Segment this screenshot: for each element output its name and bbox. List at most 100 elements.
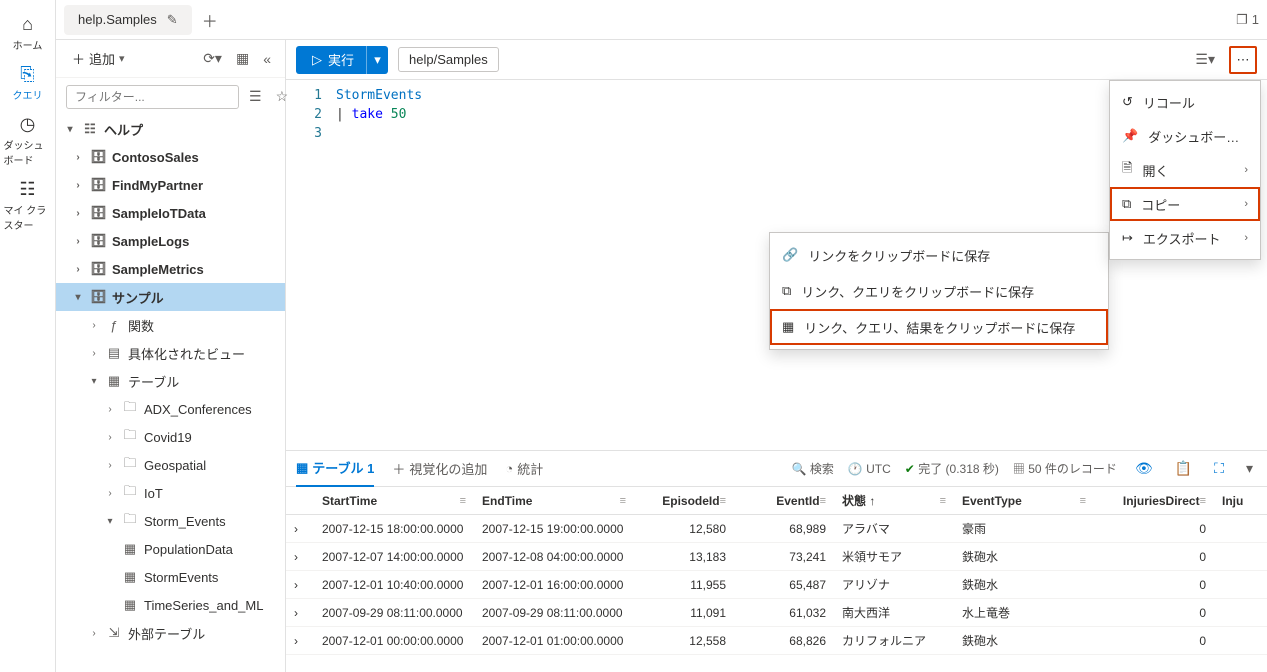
menu-export[interactable]: ↦エクスポート›	[1110, 221, 1260, 255]
tables-icon: ▦	[106, 373, 122, 389]
folder-icon: 🗀	[122, 454, 138, 476]
table-row[interactable]: ›2007-09-29 08:11:00.00002007-09-29 08:1…	[286, 599, 1267, 627]
nav-mycluster-label: マイ クラスター	[4, 202, 52, 232]
new-tab-button[interactable]: ＋	[202, 8, 218, 32]
nav-query[interactable]: ⎘ クエリ	[4, 58, 52, 108]
plus-icon: ＋	[72, 49, 85, 68]
export-icon: ↦	[1122, 230, 1133, 246]
tab-count[interactable]: ❐ 1	[1236, 12, 1259, 28]
tree-folder-geo[interactable]: ›🗀Geospatial	[56, 451, 285, 479]
fullscreen-icon[interactable]: ⛶	[1210, 456, 1228, 481]
filter-row: ☰ ☆	[56, 78, 285, 115]
menu-copy[interactable]: ⧉コピー›	[1110, 187, 1260, 221]
results-tabs: ▦テーブル 1 ＋視覚化の追加 ◔統計 🔍 検索 🕐 UTC ✔ 完了 (0.3…	[286, 451, 1267, 487]
search-button[interactable]: 🔍 検索	[792, 460, 834, 477]
tree-folder-matviews[interactable]: ›▤具体化されたビュー	[56, 339, 285, 367]
tree-db-samplelogs[interactable]: ›🗄SampleLogs	[56, 227, 285, 255]
col-episodeid[interactable]: EpisodeId≡	[634, 494, 734, 508]
scope-picker[interactable]: help/Samples	[398, 47, 499, 72]
table-row[interactable]: ›2007-12-15 18:00:00.00002007-12-15 19:0…	[286, 515, 1267, 543]
chevron-down-icon[interactable]: ▾	[1242, 456, 1257, 481]
ext-table-icon: ⇲	[106, 625, 122, 641]
pencil-icon[interactable]: ✎	[167, 12, 178, 28]
nav-query-label: クエリ	[13, 87, 43, 102]
record-count: ▦ 50 件のレコード	[1013, 460, 1117, 477]
table-row[interactable]: ›2007-12-01 00:00:00.00002007-12-01 01:0…	[286, 627, 1267, 655]
result-tab-addviz[interactable]: ＋視覚化の追加	[392, 451, 487, 487]
list-settings-icon[interactable]: ☰	[245, 84, 266, 109]
submenu-link-query-results[interactable]: ▦リンク、クエリ、結果をクリップボードに保存	[770, 309, 1108, 345]
tree-table-stormevents[interactable]: ▦StormEvents	[56, 563, 285, 591]
left-nav-rail: ⌂ ホーム ⎘ クエリ ◷ ダッシュボード ☷ マイ クラスター	[0, 0, 56, 672]
expand-icon[interactable]: ›	[286, 522, 314, 536]
filter-input[interactable]	[66, 85, 239, 109]
nav-dashboard[interactable]: ◷ ダッシュボード	[4, 108, 52, 173]
nav-mycluster[interactable]: ☷ マイ クラスター	[4, 173, 52, 238]
tree-folder-covid[interactable]: ›🗀Covid19	[56, 423, 285, 451]
results-pane: ▦テーブル 1 ＋視覚化の追加 ◔統計 🔍 検索 🕐 UTC ✔ 完了 (0.3…	[286, 450, 1267, 672]
active-tab[interactable]: help.Samples ✎	[64, 5, 192, 35]
code-token-keyword: take	[352, 107, 383, 122]
run-button[interactable]: ▷ 実行 ▾	[296, 46, 388, 74]
table-row[interactable]: ›2007-12-07 14:00:00.00002007-12-08 04:0…	[286, 543, 1267, 571]
tree-folder-storm[interactable]: ▾🗀Storm_Events	[56, 507, 285, 535]
panel-icon[interactable]: ▦	[232, 46, 253, 71]
eye-icon[interactable]: 👁	[1131, 456, 1157, 481]
col-eventid[interactable]: EventId≡	[734, 494, 834, 508]
expand-icon[interactable]: ›	[286, 606, 314, 620]
run-label: 実行	[328, 50, 354, 69]
expand-icon[interactable]: ›	[286, 578, 314, 592]
tree-folder-adx[interactable]: ›🗀ADX_Conferences	[56, 395, 285, 423]
code-body[interactable]: StormEvents | take 50	[330, 80, 422, 450]
tree-db-findmypartner[interactable]: ›🗄FindMyPartner	[56, 171, 285, 199]
tz-button[interactable]: 🕐 UTC	[848, 462, 891, 476]
table-header: StartTime≡ EndTime≡ EpisodeId≡ EventId≡ …	[286, 487, 1267, 515]
tree-folder-exttables[interactable]: ›⇲外部テーブル	[56, 619, 285, 647]
collapse-icon[interactable]: «	[259, 47, 275, 71]
run-split-button[interactable]: ▾	[366, 46, 388, 74]
database-icon: 🗄	[90, 149, 106, 165]
col-endtime[interactable]: EndTime≡	[474, 494, 634, 508]
submenu-link-query[interactable]: ⧉リンク、クエリをクリップボードに保存	[770, 273, 1108, 309]
open-icon: 🗎	[1122, 159, 1132, 181]
results-table: StartTime≡ EndTime≡ EpisodeId≡ EventId≡ …	[286, 487, 1267, 672]
cluster-icon: ☷	[19, 179, 35, 200]
more-actions-menu: ↺リコール 📌ダッシュボー… 🗎開く› ⧉コピー› ↦エクスポート›	[1109, 80, 1261, 260]
tree-db-contososales[interactable]: ›🗄ContosoSales	[56, 143, 285, 171]
expand-icon[interactable]: ›	[286, 634, 314, 648]
table-row[interactable]: ›2007-12-01 10:40:00.00002007-12-01 16:0…	[286, 571, 1267, 599]
play-icon: ▷	[312, 52, 322, 68]
result-tab-stats[interactable]: ◔統計	[505, 451, 543, 487]
nav-home[interactable]: ⌂ ホーム	[4, 8, 52, 58]
tree-table-populationdata[interactable]: ▦PopulationData	[56, 535, 285, 563]
menu-open[interactable]: 🗎開く›	[1110, 153, 1260, 187]
tree-folder-tables[interactable]: ▾▦テーブル	[56, 367, 285, 395]
col-state[interactable]: 状態 ↑≡	[834, 492, 954, 509]
tree-db-samplemetrics[interactable]: ›🗄SampleMetrics	[56, 255, 285, 283]
tree-cluster-help[interactable]: ▾☷ヘルプ	[56, 115, 285, 143]
tree-db-samples[interactable]: ▾🗄サンプル	[56, 283, 285, 311]
format-icon[interactable]: ☰▾	[1191, 47, 1219, 72]
clipboard-icon[interactable]: 📋	[1171, 456, 1196, 481]
col-inju[interactable]: Inju	[1214, 494, 1264, 508]
menu-dashboard[interactable]: 📌ダッシュボー…	[1110, 119, 1260, 153]
add-button[interactable]: ＋ 追加 ▾	[66, 45, 131, 72]
plus-icon: ＋	[392, 459, 405, 478]
chevron-right-icon: ›	[1244, 198, 1248, 210]
expand-icon[interactable]: ›	[286, 550, 314, 564]
work-area: ＋ 追加 ▾ ⟳▾ ▦ « ☰ ☆ ▾☷ヘルプ ›🗄ContosoSales ›…	[56, 40, 1267, 672]
col-eventtype[interactable]: EventType≡	[954, 494, 1094, 508]
col-injuriesdirect[interactable]: InjuriesDirect≡	[1094, 494, 1214, 508]
refresh-icon[interactable]: ⟳▾	[199, 46, 226, 71]
menu-recall[interactable]: ↺リコール	[1110, 85, 1260, 119]
result-tab-table[interactable]: ▦テーブル 1	[296, 451, 374, 487]
tree-table-timeseries[interactable]: ▦TimeSeries_and_ML	[56, 591, 285, 619]
submenu-link[interactable]: 🔗リンクをクリップボードに保存	[770, 237, 1108, 273]
tree-db-sampleiotdata[interactable]: ›🗄SampleIoTData	[56, 199, 285, 227]
tree-folder-iot[interactable]: ›🗀IoT	[56, 479, 285, 507]
col-starttime[interactable]: StartTime≡	[314, 494, 474, 508]
grid-icon: ▦	[296, 460, 308, 476]
more-actions-button[interactable]: ⋯	[1229, 46, 1257, 74]
sidebar-toolbar: ＋ 追加 ▾ ⟳▾ ▦ «	[56, 40, 285, 78]
tree-folder-functions[interactable]: ›ƒ関数	[56, 311, 285, 339]
